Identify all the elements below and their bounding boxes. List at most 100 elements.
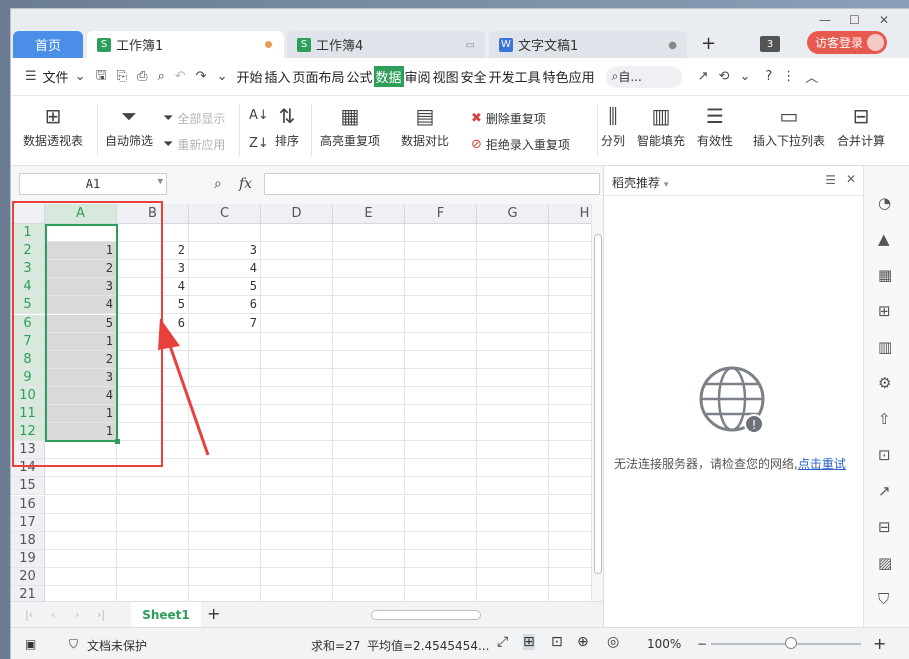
- cell-b16[interactable]: [117, 495, 189, 514]
- templates-icon[interactable]: ▲: [878, 230, 890, 248]
- cell-f9[interactable]: [405, 368, 477, 387]
- cell-f19[interactable]: [405, 549, 477, 568]
- cell-d9[interactable]: [261, 368, 333, 387]
- monitor-icon[interactable]: ▭: [466, 40, 475, 51]
- fx-icon[interactable]: fx: [239, 176, 252, 192]
- cell-e13[interactable]: [333, 441, 405, 460]
- cell-h13[interactable]: [549, 441, 591, 460]
- row-header-17[interactable]: 17: [11, 513, 45, 532]
- vertical-scrollbar[interactable]: [591, 204, 603, 601]
- menu-page-layout[interactable]: 页面布局: [292, 67, 346, 86]
- cell-h5[interactable]: [549, 296, 591, 315]
- cell-e4[interactable]: [333, 278, 405, 297]
- close-icon[interactable]: ✕: [846, 172, 856, 186]
- cell-d19[interactable]: [261, 549, 333, 568]
- settings-icon[interactable]: ⚙: [878, 374, 891, 392]
- cell-e10[interactable]: [333, 386, 405, 405]
- cell-f15[interactable]: [405, 477, 477, 496]
- page-break-icon[interactable]: ⊡: [551, 634, 563, 650]
- column-header-g[interactable]: G: [477, 204, 549, 224]
- menu-special[interactable]: 特色应用: [542, 67, 596, 86]
- cell-e19[interactable]: [333, 549, 405, 568]
- more-options-icon[interactable]: ⌄: [739, 69, 750, 84]
- cell-h2[interactable]: [549, 242, 591, 261]
- cell-f4[interactable]: [405, 278, 477, 297]
- pivot-table-button[interactable]: ⊞ 数据透视表: [23, 104, 83, 149]
- chevron-down-icon[interactable]: ▼: [158, 177, 163, 187]
- cell-g6[interactable]: [477, 314, 549, 333]
- cell-b15[interactable]: [117, 477, 189, 496]
- reapply-button[interactable]: ⏷ 重新应用: [163, 136, 225, 153]
- reading-mode-icon[interactable]: ⊕: [577, 634, 589, 650]
- cell-d8[interactable]: [261, 350, 333, 369]
- undo-icon[interactable]: ↶: [175, 69, 186, 84]
- cell-g21[interactable]: [477, 586, 549, 601]
- cell-c17[interactable]: [189, 513, 261, 532]
- cell-e18[interactable]: [333, 531, 405, 550]
- cell-f12[interactable]: [405, 423, 477, 442]
- more-icon[interactable]: ⋮: [782, 69, 795, 84]
- cell-d14[interactable]: [261, 459, 333, 478]
- maximize-icon[interactable]: ☐: [849, 13, 860, 27]
- cell-c18[interactable]: [189, 531, 261, 550]
- menu-file[interactable]: 文件: [42, 67, 70, 86]
- menu-view[interactable]: 视图: [432, 67, 460, 86]
- cell-h9[interactable]: [549, 369, 591, 387]
- cell-c1[interactable]: [189, 224, 261, 243]
- cell-h8[interactable]: [549, 351, 591, 369]
- menu-dev-tools[interactable]: 开发工具: [488, 67, 542, 86]
- sheet-nav-first-icon[interactable]: |‹: [25, 608, 33, 621]
- row-header-21[interactable]: 21: [11, 586, 45, 601]
- new-tab-icon[interactable]: +: [701, 33, 716, 54]
- cell-g16[interactable]: [477, 495, 549, 514]
- cell-d10[interactable]: [261, 386, 333, 405]
- cell-h6[interactable]: [549, 315, 591, 333]
- show-all-button[interactable]: ⏷ 全部显示: [163, 110, 225, 127]
- cell-a18[interactable]: [45, 531, 117, 550]
- cell-e12[interactable]: [333, 423, 405, 442]
- zoom-in-icon[interactable]: +: [873, 634, 886, 653]
- merge-calc-button[interactable]: ⊟ 合并计算: [837, 104, 885, 149]
- panel-menu-icon[interactable]: ☰: [825, 173, 836, 187]
- security-shield-icon[interactable]: ⛉: [878, 590, 889, 608]
- cell-f17[interactable]: [405, 513, 477, 532]
- cell-a20[interactable]: [45, 567, 117, 586]
- cell-h16[interactable]: [549, 496, 591, 514]
- panel-title[interactable]: 稻壳推荐: [612, 176, 660, 190]
- cell-e5[interactable]: [333, 296, 405, 315]
- cell-d7[interactable]: [261, 332, 333, 351]
- row-header-15[interactable]: 15: [11, 477, 45, 496]
- cell-c21[interactable]: [189, 586, 261, 601]
- autofilter-button[interactable]: ⏷ 自动筛选: [105, 104, 153, 149]
- smart-fill-button[interactable]: ▥ 智能填充: [637, 104, 685, 149]
- cell-e7[interactable]: [333, 332, 405, 351]
- sync-icon[interactable]: ⟲: [719, 69, 730, 84]
- visitor-login-button[interactable]: 访客登录: [807, 31, 887, 54]
- menu-formula[interactable]: 公式: [346, 67, 374, 86]
- cell-e9[interactable]: [333, 368, 405, 387]
- tab-document1[interactable]: W 文字文稿1 ●: [489, 31, 687, 58]
- macro-icon[interactable]: ▣: [25, 637, 36, 651]
- cell-d15[interactable]: [261, 477, 333, 496]
- cell-b19[interactable]: [117, 549, 189, 568]
- tab-workbook1[interactable]: S 工作簿1: [87, 31, 284, 58]
- column-header-e[interactable]: E: [333, 204, 405, 224]
- cell-d6[interactable]: [261, 314, 333, 333]
- row-header-18[interactable]: 18: [11, 531, 45, 550]
- chevron-down-icon[interactable]: ⌄: [75, 69, 86, 84]
- cell-e8[interactable]: [333, 350, 405, 369]
- cell-g8[interactable]: [477, 350, 549, 369]
- sheet-tab-sheet1[interactable]: Sheet1: [131, 602, 201, 627]
- cell-f16[interactable]: [405, 495, 477, 514]
- cell-b21[interactable]: [117, 586, 189, 601]
- cell-g15[interactable]: [477, 477, 549, 496]
- picture-icon[interactable]: ▨: [878, 554, 892, 572]
- row-header-20[interactable]: 20: [11, 567, 45, 586]
- split-column-button[interactable]: ⫼ 分列: [601, 104, 625, 149]
- eye-icon[interactable]: ◎: [607, 634, 619, 650]
- cell-h12[interactable]: [549, 423, 591, 442]
- doc-protect-label[interactable]: 文档未保护: [87, 637, 147, 654]
- print-preview-icon[interactable]: ⌕: [157, 69, 164, 84]
- delete-duplicates-button[interactable]: ✖ 删除重复项: [471, 110, 546, 127]
- menu-data[interactable]: 数据: [373, 66, 404, 87]
